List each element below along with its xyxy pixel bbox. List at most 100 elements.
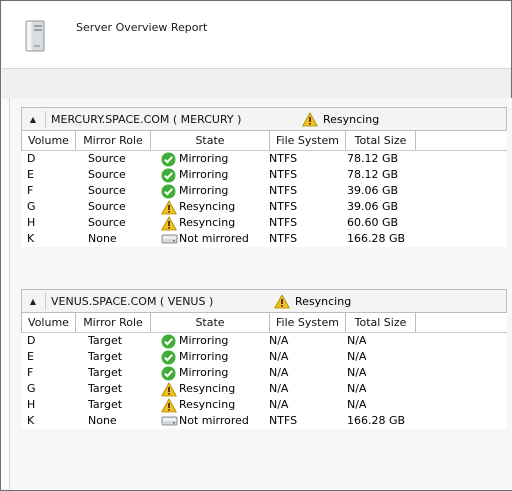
mirror-role-cell: None — [88, 232, 117, 245]
state-label: Mirroring — [179, 152, 229, 165]
volume-cell: H — [27, 216, 36, 229]
volume-cell: D — [27, 334, 36, 347]
file-system-cell: NTFS — [269, 200, 298, 213]
file-system-cell: NTFS — [269, 414, 298, 427]
total-size-cell: 166.28 GB — [347, 414, 406, 427]
table-row[interactable]: G Source Resyncing NTFS 39.06 GB — [21, 199, 507, 215]
column-header[interactable]: State — [151, 131, 270, 150]
column-header[interactable]: Mirror Role — [76, 131, 151, 150]
volume-table: D Source Mirroring NTFS 78.12 GB E Sourc… — [21, 151, 507, 247]
mirror-role-cell: Source — [88, 200, 126, 213]
column-header[interactable]: Mirror Role — [76, 313, 151, 332]
file-system-cell: NTFS — [269, 184, 298, 197]
table-row[interactable]: G Target Resyncing N/A N/A — [21, 381, 507, 397]
table-row[interactable]: F Target Mirroring N/A N/A — [21, 365, 507, 381]
file-system-cell: N/A — [269, 398, 289, 411]
total-size-cell: 39.06 GB — [347, 184, 399, 197]
volume-cell: D — [27, 152, 36, 165]
mirror-role-cell: Target — [88, 334, 123, 347]
file-system-cell: NTFS — [269, 152, 298, 165]
volume-cell: G — [27, 200, 36, 213]
mirror-role-cell: Source — [88, 216, 126, 229]
server-name: VENUS.SPACE.COM ( VENUS ) — [51, 295, 214, 308]
header-divider — [45, 111, 46, 128]
total-size-cell: 78.12 GB — [347, 152, 399, 165]
report-window: Server Overview Report ▲ MERCURY.SPACE.C… — [0, 0, 512, 491]
table-row[interactable]: F Source Mirroring NTFS 39.06 GB — [21, 183, 507, 199]
mirror-role-cell: Target — [88, 366, 123, 379]
table-row[interactable]: K None Not mirrored NTFS 166.28 GB — [21, 413, 507, 429]
table-row[interactable]: E Source Mirroring NTFS 78.12 GB — [21, 167, 507, 183]
mirror-role-cell: Target — [88, 350, 123, 363]
state-label: Not mirrored — [179, 232, 249, 245]
table-row[interactable]: K None Not mirrored NTFS 166.28 GB — [21, 231, 507, 247]
total-size-cell: N/A — [347, 382, 367, 395]
mirror-role-cell: Source — [88, 168, 126, 181]
column-header[interactable]: Volume — [22, 313, 76, 332]
total-size-cell: N/A — [347, 366, 367, 379]
file-system-cell: N/A — [269, 366, 289, 379]
column-header[interactable]: File System — [270, 313, 346, 332]
server-state-label: Resyncing — [323, 113, 380, 126]
volume-cell: F — [27, 184, 34, 197]
total-size-cell: N/A — [347, 398, 367, 411]
file-system-cell: NTFS — [269, 216, 298, 229]
column-header[interactable]: Total Size — [346, 131, 416, 150]
mirror-role-cell: Source — [88, 184, 126, 197]
state-label: Mirroring — [179, 184, 229, 197]
server-group-header[interactable]: ▲ VENUS.SPACE.COM ( VENUS ) Resyncing — [21, 289, 507, 313]
table-row[interactable]: D Source Mirroring NTFS 78.12 GB — [21, 151, 507, 167]
state-label: Not mirrored — [179, 414, 249, 427]
table-row[interactable]: H Source Resyncing NTFS 60.60 GB — [21, 215, 507, 231]
report-header: Server Overview Report — [2, 2, 511, 68]
state-label: Resyncing — [179, 216, 236, 229]
file-system-cell: N/A — [269, 350, 289, 363]
table-row[interactable]: E Target Mirroring N/A N/A — [21, 349, 507, 365]
mirror-role-cell: None — [88, 414, 117, 427]
total-size-cell: 78.12 GB — [347, 168, 399, 181]
total-size-cell: N/A — [347, 350, 367, 363]
column-header[interactable]: Volume — [22, 131, 76, 150]
total-size-cell: 166.28 GB — [347, 232, 406, 245]
mirror-role-cell: Target — [88, 398, 123, 411]
file-system-cell: N/A — [269, 382, 289, 395]
mirror-role-cell: Source — [88, 152, 126, 165]
state-label: Mirroring — [179, 168, 229, 181]
state-label: Mirroring — [179, 366, 229, 379]
column-header[interactable]: File System — [270, 131, 346, 150]
column-headers: Volume Mirror Role State File System Total S… — [21, 313, 507, 333]
state-label: Mirroring — [179, 350, 229, 363]
volume-cell: G — [27, 382, 36, 395]
file-system-cell: N/A — [269, 334, 289, 347]
collapse-toggle-icon[interactable]: ▲ — [27, 296, 39, 308]
state-label: Resyncing — [179, 200, 236, 213]
server-group-header[interactable]: ▲ MERCURY.SPACE.COM ( MERCURY ) Resyncin… — [21, 107, 507, 131]
state-label: Resyncing — [179, 382, 236, 395]
column-header[interactable]: State — [151, 313, 270, 332]
report-title: Server Overview Report — [76, 21, 208, 34]
file-system-cell: NTFS — [269, 232, 298, 245]
total-size-cell: 60.60 GB — [347, 216, 399, 229]
state-label: Resyncing — [179, 398, 236, 411]
volume-cell: E — [27, 350, 34, 363]
server-icon — [25, 20, 45, 52]
server-state-label: Resyncing — [295, 295, 352, 308]
volume-cell: K — [27, 232, 35, 245]
volume-cell: H — [27, 398, 36, 411]
volume-cell: F — [27, 366, 34, 379]
collapse-toggle-icon[interactable]: ▲ — [27, 114, 39, 126]
table-row[interactable]: H Target Resyncing N/A N/A — [21, 397, 507, 413]
volume-table: D Target Mirroring N/A N/A E Target Mirr… — [21, 333, 507, 429]
table-row[interactable]: D Target Mirroring N/A N/A — [21, 333, 507, 349]
total-size-cell: N/A — [347, 334, 367, 347]
server-name: MERCURY.SPACE.COM ( MERCURY ) — [51, 113, 242, 126]
column-header[interactable]: Total Size — [346, 313, 416, 332]
file-system-cell: NTFS — [269, 168, 298, 181]
column-headers: Volume Mirror Role State File System Total S… — [21, 131, 507, 151]
total-size-cell: 39.06 GB — [347, 200, 399, 213]
header-divider — [45, 293, 46, 310]
volume-cell: E — [27, 168, 34, 181]
mirror-role-cell: Target — [88, 382, 123, 395]
volume-cell: K — [27, 414, 35, 427]
state-label: Mirroring — [179, 334, 229, 347]
